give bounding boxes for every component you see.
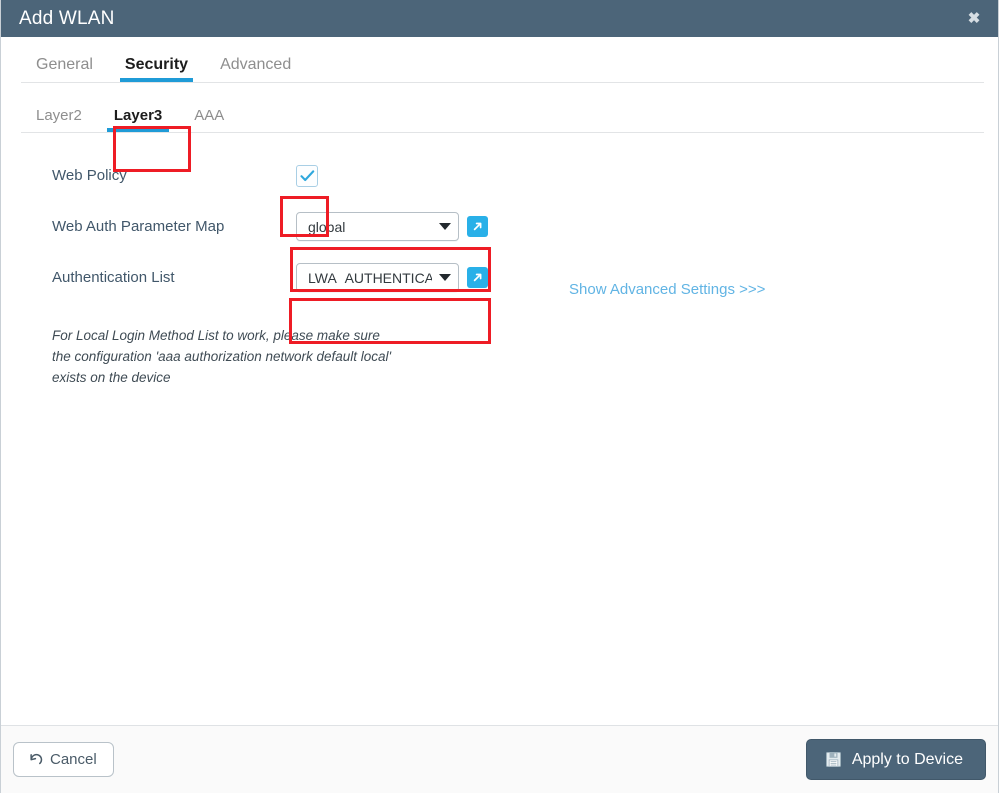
add-wlan-dialog: Add WLAN ✖ General Security Advanced Lay… [0, 0, 999, 793]
dialog-titlebar: Add WLAN ✖ [1, 0, 998, 37]
web-auth-parameter-map-select[interactable]: global [296, 212, 459, 241]
dialog-body: General Security Advanced Layer2 Layer3 … [1, 37, 998, 725]
chevron-down-icon [432, 223, 458, 230]
main-tabs-divider [21, 82, 984, 83]
local-login-note: For Local Login Method List to work, ple… [52, 326, 452, 389]
dialog-footer: Cancel Apply to Device [1, 725, 998, 793]
web-auth-parameter-map-label: Web Auth Parameter Map [52, 217, 225, 235]
show-advanced-settings-link[interactable]: Show Advanced Settings >>> [569, 282, 765, 297]
row-web-policy: Web Policy [1, 150, 998, 201]
local-login-note-line2: the configuration 'aaa authorization net… [52, 348, 392, 364]
web-auth-parameter-map-external-link-icon[interactable] [467, 216, 488, 237]
save-icon [825, 752, 841, 767]
tab-general[interactable]: General [20, 57, 109, 82]
tab-security[interactable]: Security [109, 57, 204, 82]
local-login-note-line3: exists on the device [52, 369, 171, 385]
web-policy-checkbox[interactable] [296, 164, 318, 187]
apply-to-device-button-label: Apply to Device [851, 750, 963, 768]
authentication-list-value: LWA_AUTHENTICATION [308, 270, 432, 285]
external-link-icon [473, 222, 482, 231]
main-tabs: General Security Advanced [1, 37, 998, 82]
local-login-note-line1: For Local Login Method List to work, ple… [52, 328, 380, 343]
web-policy-label: Web Policy [52, 166, 127, 184]
external-link-icon [473, 273, 482, 282]
tab-aaa[interactable]: AAA [178, 108, 240, 132]
dialog-title: Add WLAN [19, 8, 115, 29]
web-auth-parameter-map-field: global [296, 212, 488, 241]
apply-to-device-button[interactable]: Apply to Device [805, 739, 986, 780]
undo-icon [30, 753, 43, 765]
tab-layer2[interactable]: Layer2 [20, 108, 98, 132]
tab-advanced[interactable]: Advanced [204, 57, 307, 82]
row-authentication-list: Authentication List LWA_AUTHENTICATION [1, 252, 998, 303]
cancel-button-label: Cancel [50, 751, 97, 768]
web-policy-field [296, 164, 318, 187]
close-icon[interactable]: ✖ [964, 9, 984, 29]
layer3-form: Show Advanced Settings >>> Web Policy We… [1, 133, 998, 389]
cancel-button[interactable]: Cancel [13, 742, 114, 777]
authentication-list-label: Authentication List [52, 268, 175, 286]
authentication-list-field: LWA_AUTHENTICATION [296, 263, 488, 292]
security-sub-tabs: Layer2 Layer3 AAA [1, 88, 998, 132]
checkmark-icon [299, 169, 314, 181]
tab-layer3[interactable]: Layer3 [98, 108, 178, 132]
web-auth-parameter-map-value: global [308, 219, 346, 234]
authentication-list-select[interactable]: LWA_AUTHENTICATION [296, 263, 459, 292]
row-web-auth-parameter-map: Web Auth Parameter Map global [1, 201, 998, 252]
chevron-down-icon [432, 274, 458, 281]
authentication-list-external-link-icon[interactable] [467, 267, 488, 288]
